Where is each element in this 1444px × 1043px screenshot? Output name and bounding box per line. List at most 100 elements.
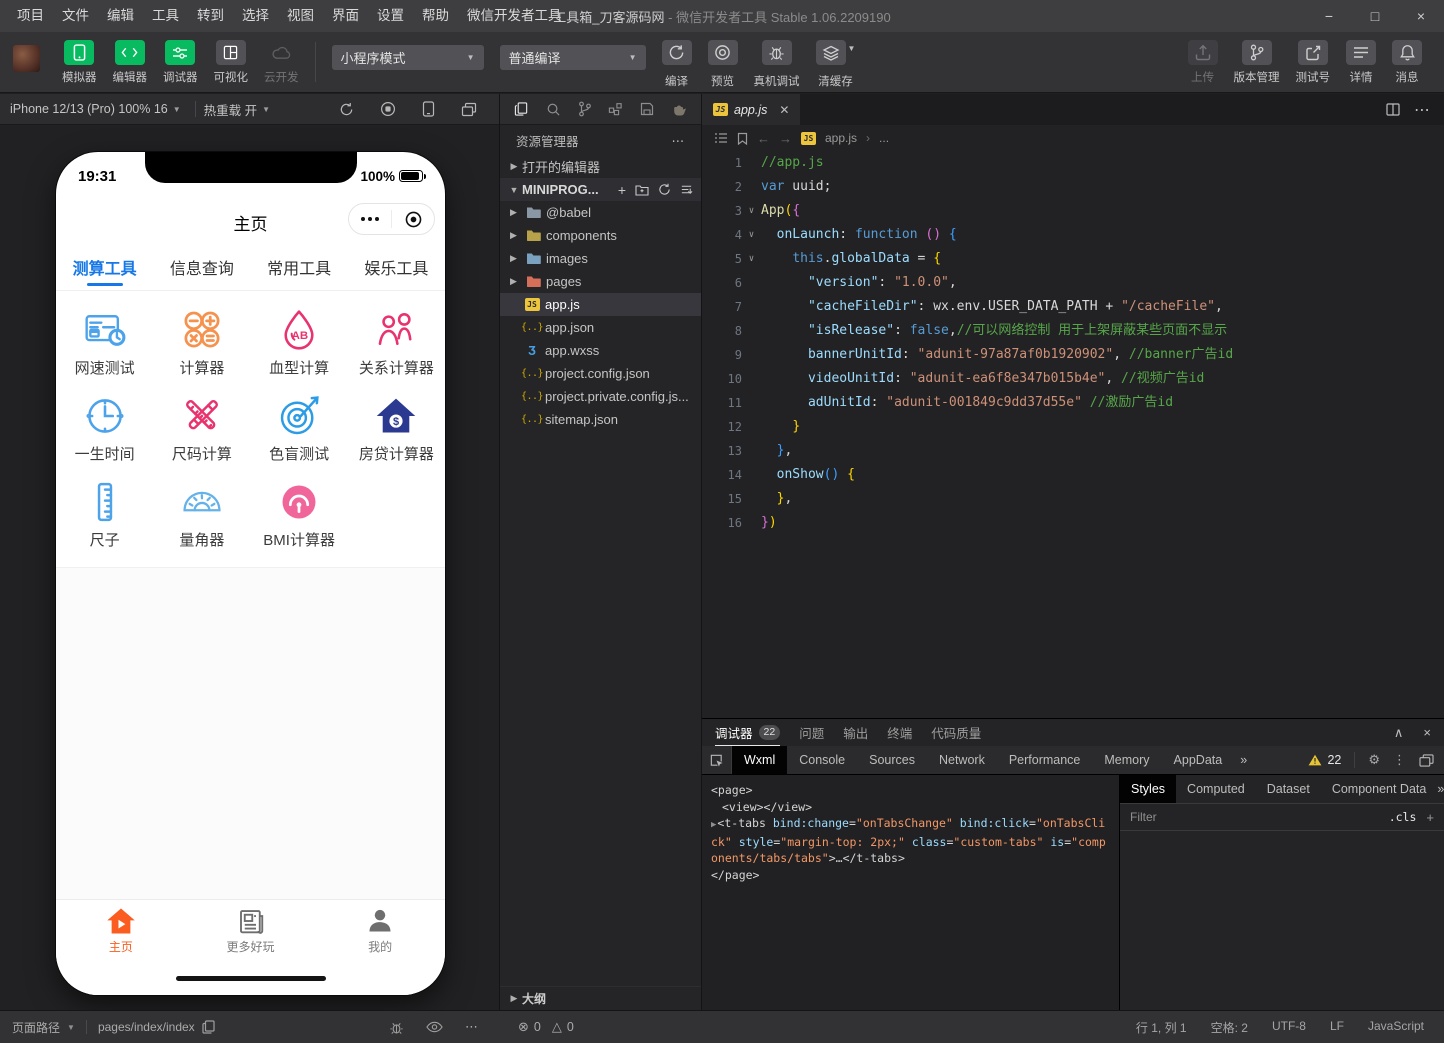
styles-tab-Dataset[interactable]: Dataset bbox=[1256, 775, 1321, 803]
close-tab-icon[interactable]: ✕ bbox=[779, 103, 789, 117]
settings-gear-icon[interactable]: ⚙ bbox=[1368, 752, 1380, 768]
devtools-tab-Network[interactable]: Network bbox=[927, 746, 997, 774]
tool-量角器[interactable]: 量角器 bbox=[153, 469, 250, 555]
tab-app-js[interactable]: JS app.js ✕ bbox=[702, 94, 800, 125]
tool-网速测试[interactable]: 网速测试 bbox=[56, 297, 153, 383]
dock-panel-icon[interactable] bbox=[1419, 754, 1434, 767]
tree-item-app.json[interactable]: {..}app.json bbox=[500, 316, 701, 339]
multi-window-icon[interactable] bbox=[461, 102, 477, 117]
menu-item-转到[interactable]: 转到 bbox=[188, 0, 233, 32]
compile-type-dropdown[interactable]: 普通编译 ▼ bbox=[500, 45, 646, 70]
breadcrumb-more[interactable]: ... bbox=[879, 131, 889, 145]
toolbar-button-消息[interactable]: 消息 bbox=[1392, 40, 1422, 85]
toolbar-button-详情[interactable]: 详情 bbox=[1346, 40, 1376, 85]
status-item[interactable]: JavaScript bbox=[1368, 1019, 1424, 1036]
panel-tab-终端[interactable]: 终端 bbox=[887, 719, 912, 746]
wxml-node[interactable]: </page> bbox=[711, 867, 1110, 884]
tree-item-pages[interactable]: ▶pages bbox=[500, 270, 701, 293]
tree-item-project.private.config.js...[interactable]: {..}project.private.config.js... bbox=[500, 385, 701, 408]
tree-item-images[interactable]: ▶images bbox=[500, 247, 701, 270]
warning-count[interactable]: 22 bbox=[1308, 753, 1341, 767]
menu-item-帮助[interactable]: 帮助 bbox=[413, 0, 458, 32]
styles-tab-Computed[interactable]: Computed bbox=[1176, 775, 1256, 803]
wxml-tree[interactable]: <page><view></view>▶<t-tabs bind:change=… bbox=[702, 775, 1120, 1010]
bookmark-icon[interactable] bbox=[737, 132, 748, 145]
refresh-icon[interactable] bbox=[658, 183, 671, 196]
tool-一生时间[interactable]: 一生时间 bbox=[56, 383, 153, 469]
bug-icon[interactable] bbox=[389, 1020, 404, 1035]
minimize-icon[interactable]: − bbox=[1306, 0, 1352, 32]
menu-item-界面[interactable]: 界面 bbox=[323, 0, 368, 32]
copy-path-icon[interactable] bbox=[202, 1020, 215, 1034]
toolbar-button-测试号[interactable]: 测试号 bbox=[1296, 40, 1331, 85]
category-tab-测算工具[interactable]: 测算工具 bbox=[56, 244, 153, 290]
close-panel-icon[interactable]: × bbox=[1423, 725, 1431, 741]
devtools-tab-AppData[interactable]: AppData bbox=[1162, 746, 1235, 774]
more-dots-icon[interactable]: ⋯ bbox=[465, 1019, 478, 1035]
devtools-tab-Memory[interactable]: Memory bbox=[1092, 746, 1161, 774]
tool-关系计算器[interactable]: 关系计算器 bbox=[348, 297, 445, 383]
styles-tab-Styles[interactable]: Styles bbox=[1120, 775, 1176, 803]
record-icon[interactable] bbox=[380, 101, 396, 117]
menu-item-视图[interactable]: 视图 bbox=[278, 0, 323, 32]
devtools-tab-Sources[interactable]: Sources bbox=[857, 746, 927, 774]
tree-item-project.config.json[interactable]: {..}project.config.json bbox=[500, 362, 701, 385]
more-menu-button[interactable] bbox=[349, 217, 391, 222]
inspect-element-icon[interactable] bbox=[702, 746, 732, 774]
tool-BMI计算器[interactable]: BMI计算器 bbox=[251, 469, 348, 555]
save-icon[interactable] bbox=[640, 102, 654, 116]
add-style-icon[interactable]: + bbox=[1426, 810, 1434, 825]
page-path-selector[interactable]: 页面路径 bbox=[12, 1019, 60, 1036]
forward-icon[interactable]: → bbox=[779, 131, 792, 146]
collapse-all-icon[interactable] bbox=[680, 183, 693, 196]
status-item[interactable]: 行 1, 列 1 bbox=[1136, 1019, 1187, 1036]
tool-房贷计算器[interactable]: $房贷计算器 bbox=[348, 383, 445, 469]
rotate-icon[interactable] bbox=[339, 102, 354, 117]
split-editor-icon[interactable] bbox=[1386, 103, 1400, 116]
more-tabs-icon[interactable]: » bbox=[1437, 782, 1444, 796]
devtools-tab-Console[interactable]: Console bbox=[787, 746, 857, 774]
close-miniprogram-button[interactable] bbox=[392, 210, 434, 229]
category-tab-常用工具[interactable]: 常用工具 bbox=[251, 244, 348, 290]
wxml-node[interactable]: <view></view> bbox=[711, 799, 1110, 816]
open-editors-row[interactable]: ▶ 打开的编辑器 bbox=[500, 155, 701, 178]
tabbar-我的[interactable]: 我的 bbox=[315, 907, 445, 955]
more-tabs-icon[interactable]: » bbox=[1234, 753, 1253, 767]
kebab-menu-icon[interactable]: ⋮ bbox=[1393, 752, 1406, 768]
panel-tab-调试器[interactable]: 调试器22 bbox=[715, 719, 780, 746]
status-item[interactable]: UTF-8 bbox=[1272, 1019, 1306, 1036]
toolbar-button-版本管理[interactable]: 版本管理 bbox=[1234, 40, 1280, 85]
panel-tab-代码质量[interactable]: 代码质量 bbox=[931, 719, 981, 746]
panel-tab-输出[interactable]: 输出 bbox=[843, 719, 868, 746]
tool-尺子[interactable]: 尺子 bbox=[56, 469, 153, 555]
menu-item-项目[interactable]: 项目 bbox=[8, 0, 53, 32]
menu-item-设置[interactable]: 设置 bbox=[368, 0, 413, 32]
devtools-tab-Wxml[interactable]: Wxml bbox=[732, 746, 787, 774]
code-editor[interactable]: 1//app.js2var uuid;3∨App({4∨ onLaunch: f… bbox=[702, 151, 1444, 718]
project-root-row[interactable]: ▼ MINIPROG... + bbox=[500, 178, 701, 201]
status-item[interactable]: 空格: 2 bbox=[1211, 1019, 1248, 1036]
device-selector[interactable]: iPhone 12/13 (Pro) 100% 16 bbox=[10, 102, 168, 116]
files-icon[interactable] bbox=[514, 101, 529, 117]
toolbar-button-模拟器[interactable]: 模拟器 bbox=[62, 40, 97, 85]
status-item[interactable]: LF bbox=[1330, 1019, 1344, 1036]
compile-mode-dropdown[interactable]: 小程序模式 ▼ bbox=[332, 45, 484, 70]
teapot-icon[interactable] bbox=[671, 103, 687, 116]
more-actions-icon[interactable]: ⋯ bbox=[1414, 100, 1430, 120]
expand-arrow-icon[interactable]: ▶ bbox=[711, 820, 716, 830]
outline-list-icon[interactable] bbox=[714, 132, 728, 144]
devtools-tab-Performance[interactable]: Performance bbox=[997, 746, 1093, 774]
category-tab-娱乐工具[interactable]: 娱乐工具 bbox=[348, 244, 445, 290]
tree-item-components[interactable]: ▶components bbox=[500, 224, 701, 247]
tool-计算器[interactable]: 计算器 bbox=[153, 297, 250, 383]
menu-item-选择[interactable]: 选择 bbox=[233, 0, 278, 32]
toolbar-button-可视化[interactable]: 可视化 bbox=[214, 40, 249, 85]
new-file-icon[interactable]: + bbox=[618, 182, 626, 198]
cls-toggle[interactable]: .cls bbox=[1389, 810, 1417, 824]
wxml-node[interactable]: <page> bbox=[711, 782, 1110, 799]
more-actions-icon[interactable]: ⋯ bbox=[672, 133, 686, 148]
maximize-icon[interactable]: □ bbox=[1352, 0, 1398, 32]
tree-item-@babel[interactable]: ▶@babel bbox=[500, 201, 701, 224]
user-avatar[interactable] bbox=[13, 45, 40, 72]
breadcrumb-file[interactable]: app.js bbox=[825, 131, 857, 145]
